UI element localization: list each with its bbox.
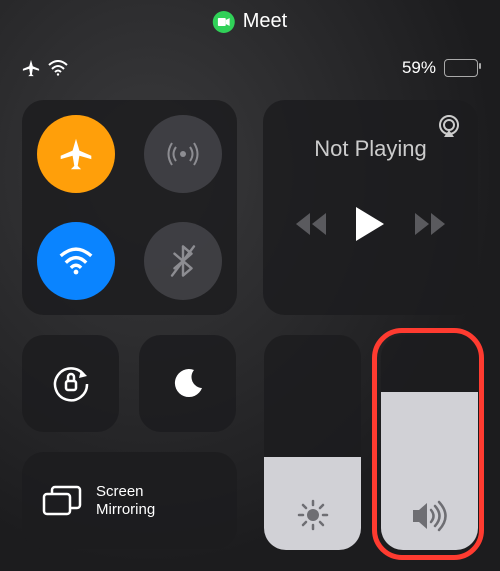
do-not-disturb-toggle[interactable] [139, 335, 236, 432]
airplane-status-icon [22, 59, 40, 77]
wifi-toggle[interactable] [37, 222, 115, 300]
airplane-mode-toggle[interactable] [37, 115, 115, 193]
wifi-status-icon [48, 60, 68, 76]
brightness-icon [296, 498, 330, 532]
active-app-name: Meet [243, 10, 287, 33]
brightness-slider[interactable] [264, 335, 361, 550]
screen-mirroring-icon [42, 485, 82, 517]
battery-icon [444, 59, 478, 77]
speaker-icon [411, 500, 449, 532]
play-button[interactable] [356, 207, 384, 241]
orientation-lock-toggle[interactable] [22, 335, 119, 432]
status-bar: 59% [0, 58, 500, 78]
screen-mirroring-button[interactable]: Screen Mirroring [22, 452, 237, 549]
battery-percent-label: 59% [402, 58, 436, 78]
active-app-pill[interactable]: Meet [213, 10, 287, 33]
rewind-button[interactable] [296, 213, 326, 235]
volume-slider[interactable] [381, 335, 478, 550]
screen-mirroring-label: Screen Mirroring [96, 483, 155, 519]
now-playing-label: Not Playing [281, 136, 460, 162]
connectivity-tile [22, 100, 237, 315]
camera-active-icon [213, 11, 235, 33]
media-controls-tile: Not Playing [263, 100, 478, 315]
cellular-data-toggle[interactable] [144, 115, 222, 193]
airplay-icon[interactable] [436, 114, 462, 138]
fast-forward-button[interactable] [415, 213, 445, 235]
bluetooth-toggle[interactable] [144, 222, 222, 300]
